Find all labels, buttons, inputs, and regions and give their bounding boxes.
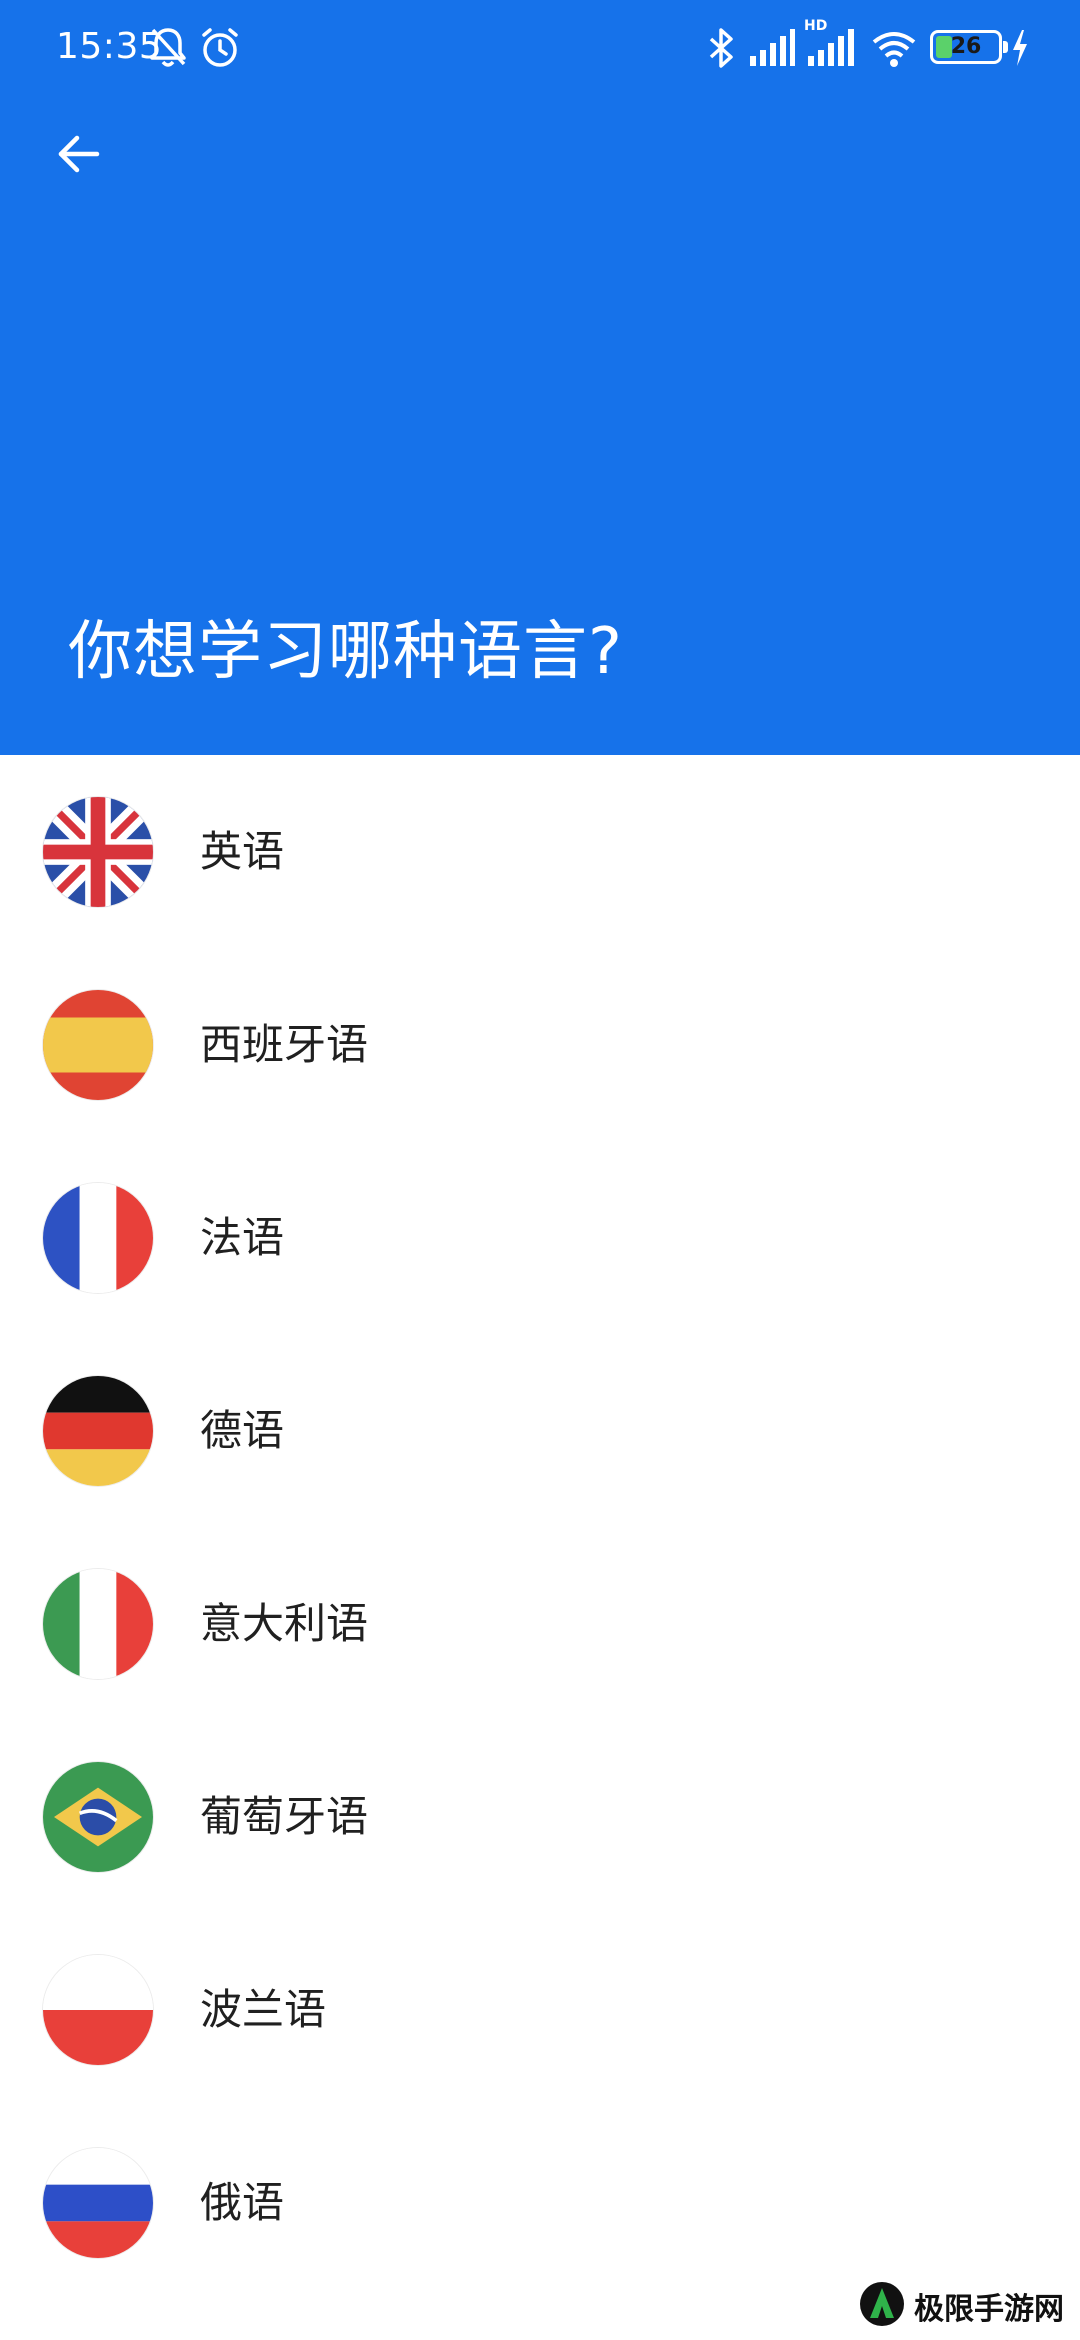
watermark: 极限手游网: [858, 2278, 1064, 2334]
status-time: 15:35: [56, 26, 163, 67]
bell-off-icon: [148, 26, 188, 74]
battery-level: 26: [950, 34, 982, 59]
hd-signal-icon: HD: [804, 18, 860, 74]
language-item-french[interactable]: 法语: [0, 1141, 1080, 1334]
uk-flag-icon: [43, 797, 153, 907]
brazil-flag-icon: [43, 1762, 153, 1872]
charging-icon: [1010, 26, 1030, 74]
signal-icon: [748, 26, 796, 74]
language-label: 德语: [200, 1406, 285, 1455]
status-bar: 15:35 HD 26: [0, 0, 1080, 100]
language-label: 葡萄牙语: [200, 1792, 369, 1841]
france-flag-icon: [43, 1183, 153, 1293]
battery-icon: 26: [930, 30, 1008, 64]
language-list: 英语 西班牙语 法语 德语 意大利语 葡萄牙语 波兰语 俄语: [0, 755, 1080, 2299]
app-header: 15:35 HD 26 你想学习哪种语言?: [0, 0, 1080, 755]
arrow-left-icon: [53, 129, 103, 183]
hd-badge: HD: [804, 18, 828, 34]
language-label: 英语: [200, 827, 285, 876]
page-title: 你想学习哪种语言?: [68, 615, 623, 689]
language-label: 俄语: [200, 2178, 285, 2227]
germany-flag-icon: [43, 1376, 153, 1486]
language-item-german[interactable]: 德语: [0, 1334, 1080, 1527]
language-item-italian[interactable]: 意大利语: [0, 1527, 1080, 1720]
language-item-russian[interactable]: 俄语: [0, 2106, 1080, 2299]
language-label: 波兰语: [200, 1985, 327, 2034]
language-label: 意大利语: [200, 1599, 369, 1648]
italy-flag-icon: [43, 1569, 153, 1679]
alarm-icon: [198, 26, 242, 74]
russia-flag-icon: [43, 2148, 153, 2258]
poland-flag-icon: [43, 1955, 153, 2065]
watermark-logo-icon: [858, 2280, 906, 2332]
back-button[interactable]: [40, 118, 116, 194]
bluetooth-icon: [706, 26, 736, 74]
language-label: 西班牙语: [200, 1020, 369, 1069]
wifi-icon: [870, 26, 918, 74]
language-item-polish[interactable]: 波兰语: [0, 1913, 1080, 2106]
language-item-spanish[interactable]: 西班牙语: [0, 948, 1080, 1141]
language-label: 法语: [200, 1213, 285, 1262]
spain-flag-icon: [43, 990, 153, 1100]
language-item-portuguese[interactable]: 葡萄牙语: [0, 1720, 1080, 1913]
watermark-text: 极限手游网: [914, 2292, 1064, 2327]
language-item-english[interactable]: 英语: [0, 755, 1080, 948]
